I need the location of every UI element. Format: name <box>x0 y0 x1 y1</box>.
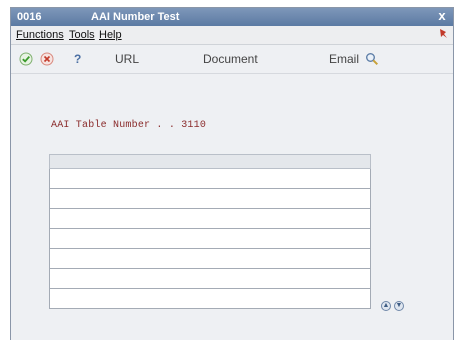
grid-row[interactable] <box>49 289 371 309</box>
menu-help[interactable]: Help <box>99 29 122 41</box>
help-button[interactable]: ? <box>74 52 81 66</box>
grid-header <box>49 154 371 169</box>
document-button[interactable]: Document <box>203 52 258 66</box>
form-area: AAI Table Number . . 3110 ▲ ▼ <box>11 74 453 340</box>
pin-icon[interactable] <box>437 28 449 40</box>
window-code: 0016 <box>17 11 42 23</box>
close-icon[interactable]: x <box>435 9 449 23</box>
url-button[interactable]: URL <box>115 52 139 66</box>
email-button[interactable]: Email <box>329 52 359 66</box>
cancel-icon[interactable] <box>40 52 54 66</box>
search-icon[interactable] <box>365 52 379 66</box>
grid-row[interactable] <box>49 189 371 209</box>
grid-row[interactable] <box>49 229 371 249</box>
grid-row[interactable] <box>49 169 371 189</box>
grid-row[interactable] <box>49 249 371 269</box>
check-icon[interactable] <box>19 52 33 66</box>
grid-row[interactable] <box>49 209 371 229</box>
title-bar: 0016 AAI Number Test x <box>11 8 453 26</box>
window-title: AAI Number Test <box>91 11 180 23</box>
toolbar: ? URL Document Email <box>11 45 453 74</box>
scroll-down-icon[interactable]: ▼ <box>394 301 404 311</box>
menu-functions[interactable]: Functions <box>16 29 64 41</box>
menu-tools[interactable]: Tools <box>69 29 95 41</box>
menu-bar: Functions Tools Help <box>11 26 453 45</box>
grid-row[interactable] <box>49 269 371 289</box>
app-window: 0016 AAI Number Test x Functions Tools H… <box>10 7 454 340</box>
aai-table-number-label: AAI Table Number . . 3110 <box>51 120 207 131</box>
scroll-up-icon[interactable]: ▲ <box>381 301 391 311</box>
data-grid <box>49 154 371 309</box>
